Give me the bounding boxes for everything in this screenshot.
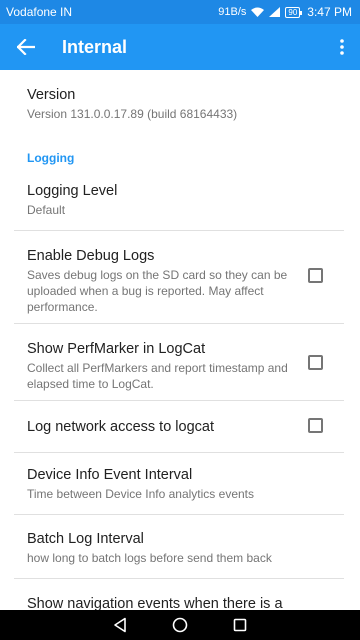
pref-debug-logs[interactable]: Enable Debug Logs Saves debug logs on th…: [0, 247, 360, 315]
system-nav-bar: [0, 610, 360, 640]
wifi-icon: [251, 7, 265, 17]
back-button[interactable]: [0, 24, 52, 70]
pref-batch-log[interactable]: Batch Log Interval how long to batch log…: [0, 530, 360, 566]
arrow-back-icon: [17, 39, 35, 55]
overflow-menu-button[interactable]: [324, 24, 360, 70]
divider: [14, 578, 344, 579]
pref-network-logcat[interactable]: Log network access to logcat: [0, 418, 360, 436]
network-speed: 91B/s: [218, 6, 247, 18]
pref-title: Enable Debug Logs: [27, 248, 155, 264]
divider: [14, 452, 344, 453]
pref-logging-level[interactable]: Logging Level Default: [0, 182, 360, 218]
app-bar: Internal: [0, 24, 360, 70]
status-bar: Vodafone IN 91B/s 90 3:47 PM: [0, 0, 360, 24]
square-recents-icon: [233, 618, 247, 632]
triangle-back-icon: [114, 617, 126, 633]
back-nav-button[interactable]: [105, 610, 135, 640]
carrier-label: Vodafone IN: [6, 5, 73, 19]
divider: [14, 323, 344, 324]
pref-nav-events[interactable]: Show navigation events when there is a: [0, 595, 360, 610]
clock: 3:47 PM: [307, 5, 352, 19]
network-logcat-checkbox[interactable]: [308, 418, 323, 433]
debug-logs-checkbox[interactable]: [308, 268, 323, 283]
pref-summary: Saves debug logs on the SD card so they …: [27, 268, 288, 314]
pref-title: Batch Log Interval: [27, 531, 144, 547]
pref-device-info[interactable]: Device Info Event Interval Time between …: [0, 466, 360, 502]
pref-title: Logging Level: [27, 183, 118, 199]
pref-summary: Default: [27, 203, 66, 217]
category-header: Logging: [27, 151, 75, 165]
pref-version[interactable]: Version Version 131.0.0.17.89 (build 681…: [0, 86, 360, 122]
status-indicators: 91B/s 90 3:47 PM: [218, 5, 352, 19]
pref-summary: how long to batch logs before send them …: [27, 551, 272, 565]
pref-title: Log network access to logcat: [27, 419, 214, 435]
perfmarker-checkbox[interactable]: [308, 355, 323, 370]
pref-summary: Version 131.0.0.17.89 (build 68164433): [27, 107, 238, 121]
pref-summary: Collect all PerfMarkers and report times…: [27, 361, 288, 391]
pref-title: Device Info Event Interval: [27, 467, 193, 483]
battery-icon: 90: [285, 6, 303, 18]
recents-nav-button[interactable]: [225, 610, 255, 640]
circle-home-icon: [172, 617, 188, 633]
divider: [14, 514, 344, 515]
pref-title: Show PerfMarker in LogCat: [27, 341, 206, 357]
pref-title: Show navigation events when there is a: [27, 596, 283, 610]
home-nav-button[interactable]: [165, 610, 195, 640]
divider: [14, 400, 344, 401]
more-vert-icon: [340, 39, 344, 55]
pref-perfmarker[interactable]: Show PerfMarker in LogCat Collect all Pe…: [0, 340, 360, 392]
signal-icon: [269, 7, 281, 17]
pref-summary: Time between Device Info analytics event…: [27, 487, 254, 501]
page-title: Internal: [62, 36, 128, 57]
divider: [14, 230, 344, 231]
pref-title: Version: [27, 87, 76, 103]
preferences-list[interactable]: Version Version 131.0.0.17.89 (build 681…: [0, 70, 360, 610]
